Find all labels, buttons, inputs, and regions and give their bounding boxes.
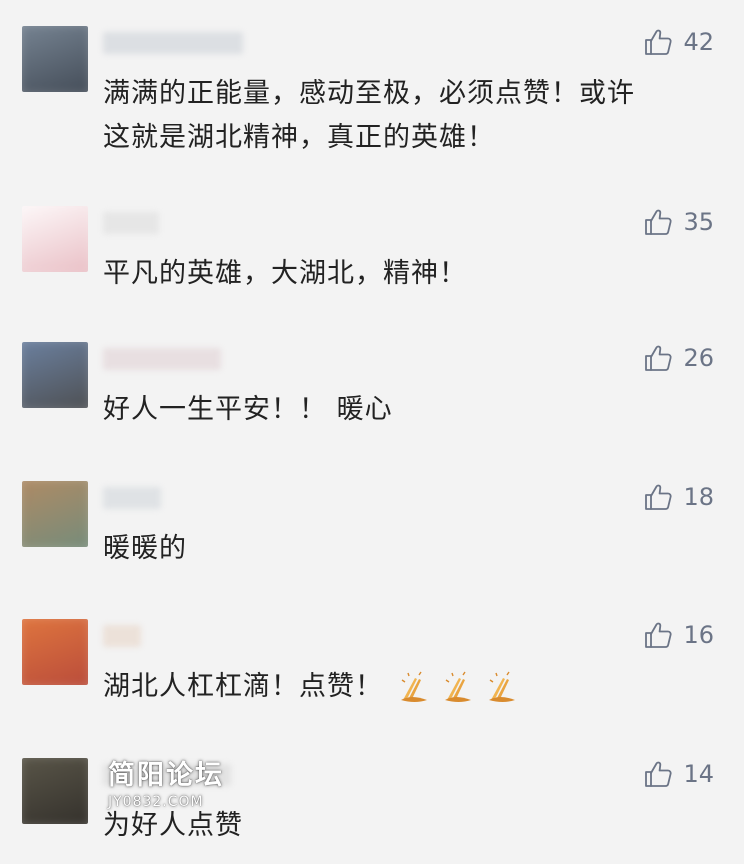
nickname-blurred	[103, 32, 243, 54]
comment-text-content: 为好人点赞	[103, 810, 243, 841]
avatar[interactable]	[22, 481, 88, 547]
comment-text: 好人一生平安！！ 暖心	[103, 388, 703, 432]
emoji-group	[397, 670, 521, 706]
like-count: 16	[683, 621, 714, 649]
comment-text-content: 满满的正能量，感动至极，必须点赞！或许 这就是湖北精神，真正的英雄！	[103, 78, 635, 153]
clap-hands-icon	[441, 670, 477, 706]
avatar[interactable]	[22, 619, 88, 685]
comment-text: 平凡的英雄，大湖北，精神！	[103, 252, 703, 296]
thumbs-up-icon	[643, 620, 673, 650]
comment-text: 满满的正能量，感动至极，必须点赞！或许 这就是湖北精神，真正的英雄！	[103, 72, 703, 160]
thumbs-up-icon	[643, 207, 673, 237]
comment-text: 湖北人杠杠滴！点赞！	[103, 665, 703, 709]
like-count: 35	[683, 208, 714, 236]
thumbs-up-icon	[643, 482, 673, 512]
like-count: 18	[683, 483, 714, 511]
like-button[interactable]: 42	[643, 24, 714, 60]
avatar[interactable]	[22, 342, 88, 408]
site-watermark: 简阳论坛 JY0832.COM	[108, 760, 224, 810]
nickname-blurred	[103, 625, 141, 647]
like-button[interactable]: 35	[643, 204, 714, 240]
like-button[interactable]: 14	[643, 756, 714, 792]
thumbs-up-icon	[643, 343, 673, 373]
nickname-blurred	[103, 348, 221, 370]
like-button[interactable]: 26	[643, 340, 714, 376]
comment-text: 暖暖的	[103, 527, 703, 571]
nickname-blurred	[103, 487, 161, 509]
watermark-title: 简阳论坛	[108, 760, 224, 791]
like-count: 14	[683, 760, 714, 788]
avatar[interactable]	[22, 26, 88, 92]
comment-text: 为好人点赞	[103, 804, 703, 848]
comment-text-content: 好人一生平安！！ 暖心	[103, 394, 393, 425]
watermark-url: JY0832.COM	[108, 794, 204, 810]
avatar[interactable]	[22, 206, 88, 272]
like-button[interactable]: 16	[643, 617, 714, 653]
like-count: 26	[683, 344, 714, 372]
nickname-blurred	[103, 212, 159, 234]
like-button[interactable]: 18	[643, 479, 714, 515]
avatar[interactable]	[22, 758, 88, 824]
clap-hands-icon	[397, 670, 433, 706]
clap-hands-icon	[485, 670, 521, 706]
comment-text-content: 暖暖的	[103, 533, 187, 564]
thumbs-up-icon	[643, 759, 673, 789]
comment-text-content: 湖北人杠杠滴！点赞！	[103, 671, 383, 702]
thumbs-up-icon	[643, 27, 673, 57]
like-count: 42	[683, 28, 714, 56]
comment-text-content: 平凡的英雄，大湖北，精神！	[103, 258, 467, 289]
